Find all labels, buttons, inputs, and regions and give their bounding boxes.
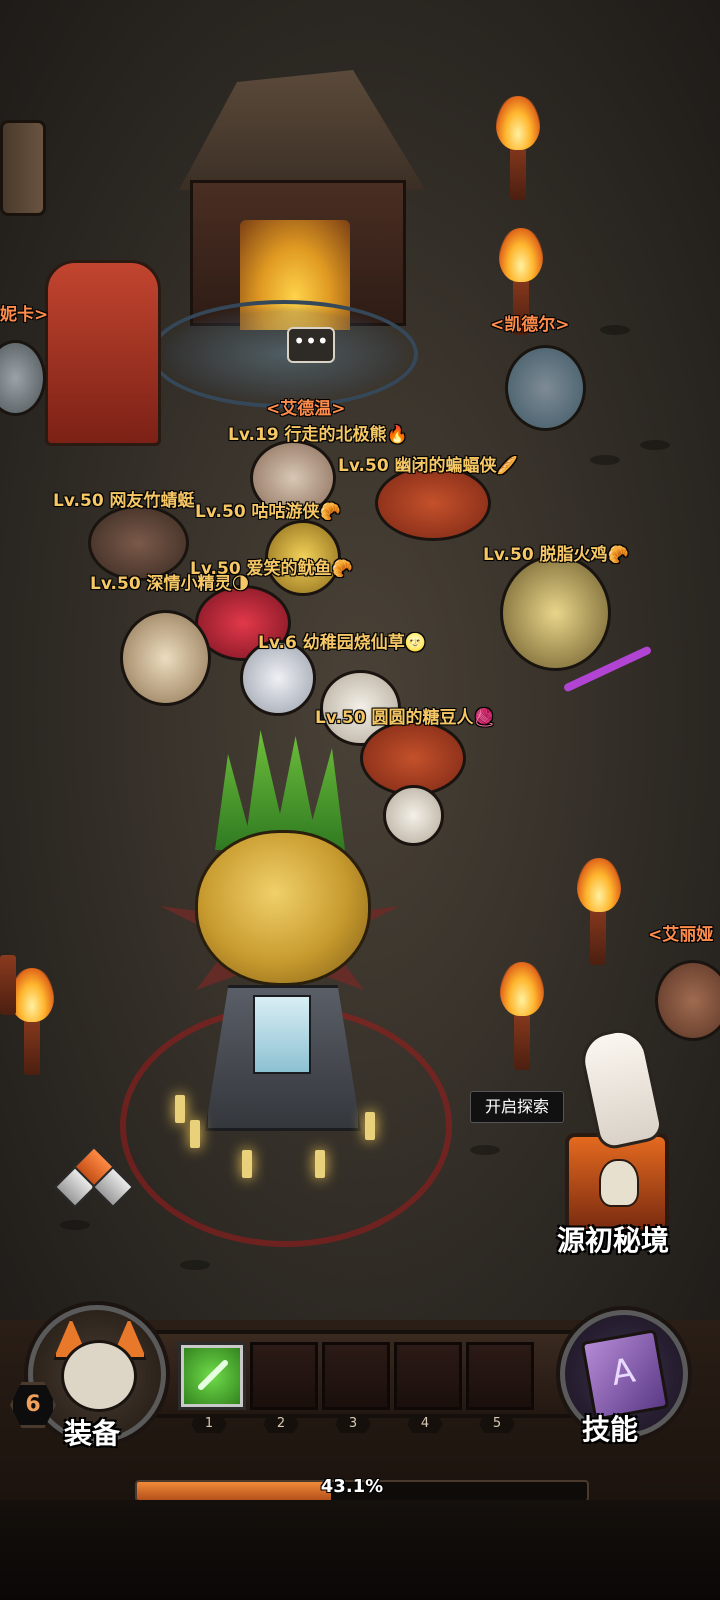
player-character[interactable] [500,555,611,671]
player-name-tag[interactable]: Lv.19 行走的北极熊🔥 [228,420,408,445]
npc-label-aili[interactable]: <艾丽娅 [648,920,713,945]
slot-number: 1 [191,1415,227,1433]
player-name-tag[interactable]: Lv.50 圆圆的糖豆人🧶 [315,703,495,728]
skill-slot-4[interactable] [394,1342,462,1410]
chat-bubble-icon[interactable]: ••• [287,327,335,363]
skull-icon [599,1159,639,1207]
torch-flame [10,968,54,1022]
skill-slot-1[interactable] [178,1342,246,1410]
skill-slot-3[interactable] [322,1342,390,1410]
torch [0,955,16,1015]
torch-flame [496,96,540,150]
player-character[interactable] [383,785,444,846]
npc-label-kaideer[interactable]: <凯德尔> [490,310,570,335]
candle [190,1120,200,1148]
npc-nika[interactable] [0,340,46,416]
pineapple-monument[interactable] [195,830,371,986]
player-name-tag[interactable]: Lv.6 幼稚园烧仙草🌝 [258,628,426,653]
torch [590,905,606,965]
explore-tooltip: 开启探索 [470,1091,564,1123]
candle [365,1112,375,1140]
player-name-tag[interactable]: Lv.50 咕咕游侠🥐 [195,497,341,522]
player-name-tag[interactable]: Lv.50 脱脂火鸡🥐 [483,540,629,565]
torch [514,1010,530,1070]
skill-slot-2[interactable] [250,1342,318,1410]
skill-label[interactable]: 技能 [582,1408,638,1448]
hero-face [61,1340,137,1412]
barrel [0,120,46,216]
skill-slot-5[interactable] [466,1342,534,1410]
portal-ring [150,300,418,408]
bottom-decoration [0,1500,720,1600]
shrine-cabinet[interactable] [45,260,161,446]
tavern-roof [179,70,426,190]
candle [242,1150,252,1178]
map-navigation-icon[interactable] [52,1145,135,1209]
slot-number: 3 [335,1415,371,1433]
torch-flame [577,858,621,912]
slot-number: 5 [479,1415,515,1433]
tavern-building[interactable] [150,70,440,330]
player-character[interactable] [120,610,211,706]
player-character[interactable] [375,465,491,541]
player-name-tag[interactable]: Lv.50 幽闭的蝙蝠侠🥖 [338,451,518,476]
secret-realm-label[interactable]: 源初秘境 [548,1219,678,1259]
npc-label-nika[interactable]: 妮卡> [0,300,48,325]
torch-flame [499,228,543,282]
npc-label-aidewen[interactable]: <艾德温> [266,394,346,419]
game-scene: 妮卡> <凯德尔> <艾德温> <艾丽娅 Lv.19 行走的北极熊🔥 Lv.50… [0,0,720,1320]
npc-deer-aili[interactable] [655,960,720,1041]
npc-cat-kaideer[interactable] [505,345,586,431]
candle [175,1095,185,1123]
torch-flame [500,962,544,1016]
player-name-tag[interactable]: Lv.50 网友竹蜻蜓 [53,486,195,511]
equip-label[interactable]: 装备 [64,1412,120,1452]
slot-number: 2 [263,1415,299,1433]
xp-percent-text: 43.1% [320,1476,384,1497]
candle [315,1150,325,1178]
torch [24,1015,40,1075]
slot-number: 4 [407,1415,443,1433]
player-name-tag[interactable]: Lv.50 深情小精灵🌗 [90,569,249,594]
pedestal-banner [253,995,311,1074]
